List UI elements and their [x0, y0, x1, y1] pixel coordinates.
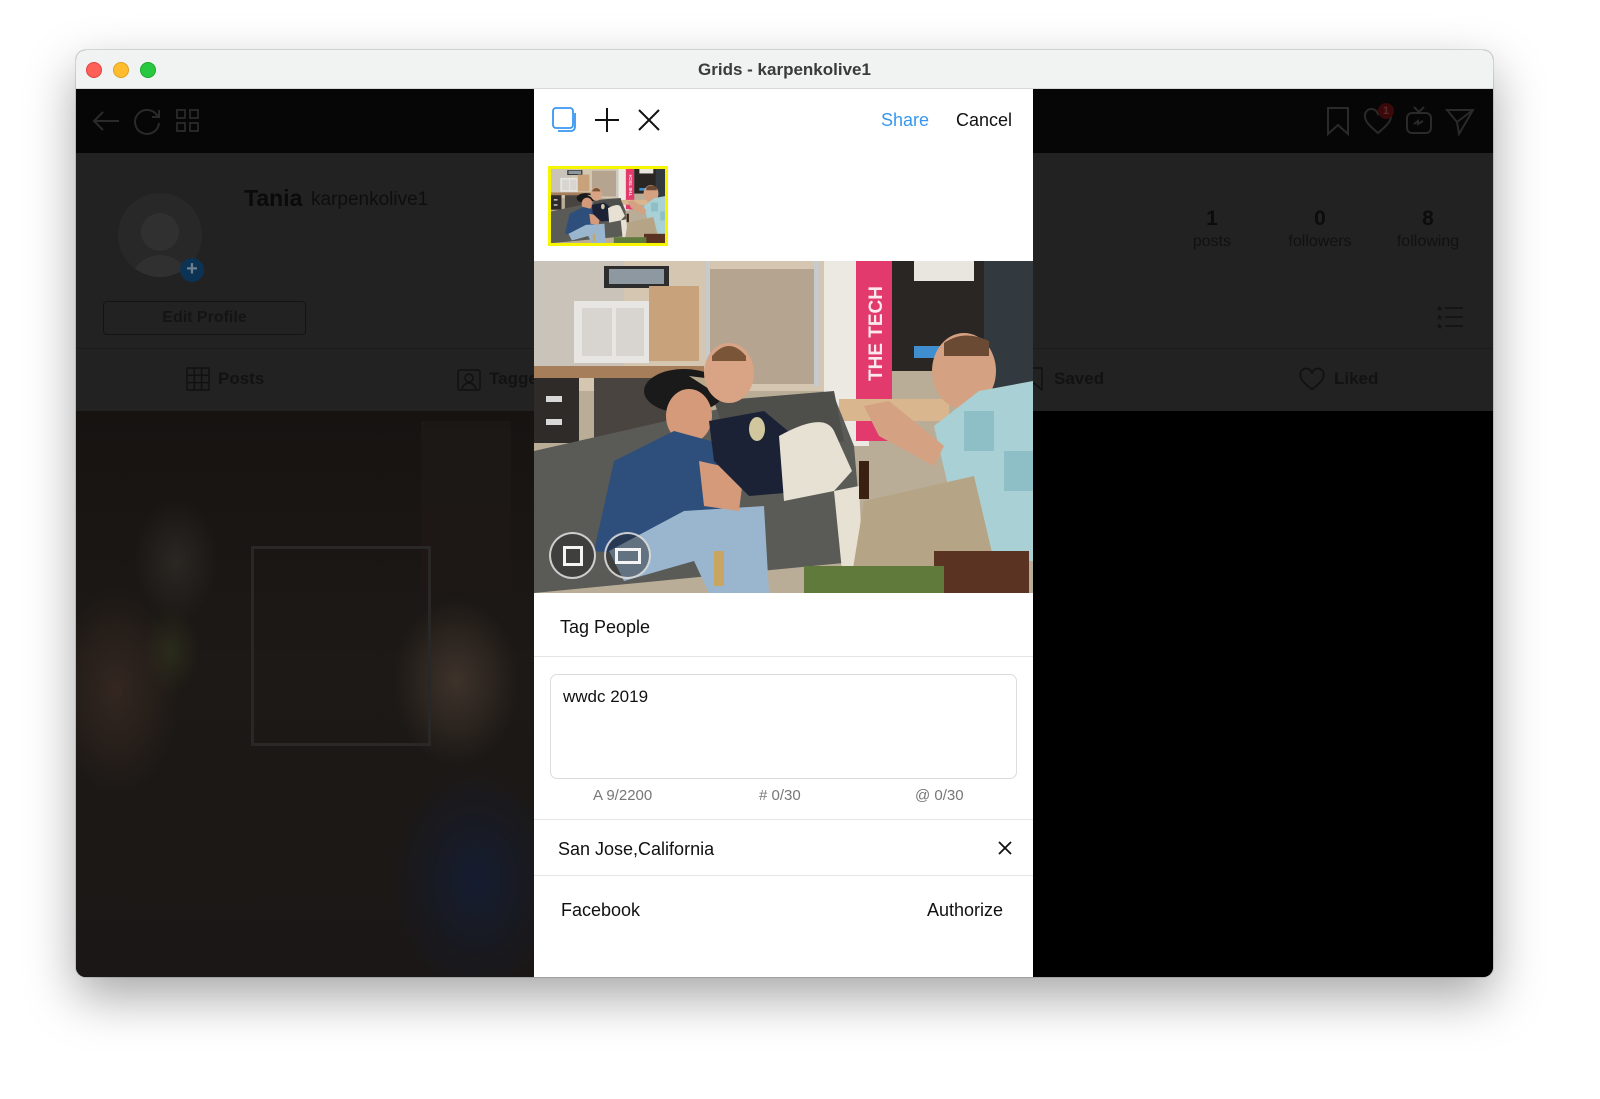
back-arrow-icon[interactable] [90, 105, 122, 137]
stat-value: 1 [1206, 207, 1218, 230]
stat-value: 0 [1314, 207, 1326, 230]
background-app: 1 + Tania karpenkolive1 Edit Profile 1 p… [76, 89, 1493, 977]
panel-header: Share Cancel [534, 89, 1033, 153]
mention-counter: @ 0/30 [915, 787, 964, 804]
stat-label: followers [1288, 233, 1352, 250]
tab-label: Posts [218, 369, 265, 388]
stat-label: posts [1192, 233, 1232, 250]
display-name: Tania [244, 185, 303, 211]
grid-icon [186, 367, 210, 391]
tag-people-label: Tag People [560, 617, 651, 637]
bookmark-icon[interactable] [1322, 105, 1354, 137]
location-row[interactable]: San Jose,California [534, 819, 1033, 876]
username: karpenkolive1 [311, 189, 429, 210]
tab-label: Liked [1334, 369, 1379, 388]
caption-input[interactable]: wwdc 2019 [550, 674, 1017, 779]
app-window: Grids - karpenkolive1 1 + Tania karpenko… [76, 50, 1493, 977]
selected-photo-thumbnail[interactable] [548, 166, 668, 246]
stat-posts[interactable]: 1 posts [1152, 207, 1272, 251]
original-crop-button[interactable] [604, 532, 651, 579]
multi-select-icon[interactable] [551, 106, 579, 134]
square-crop-button[interactable] [549, 532, 596, 579]
square-crop-icon [563, 546, 583, 566]
send-icon[interactable] [1444, 105, 1476, 137]
clear-location-icon[interactable] [995, 838, 1015, 858]
stat-following[interactable]: 8 following [1368, 207, 1488, 251]
location-text: San Jose,California [558, 839, 715, 859]
stat-value: 8 [1422, 207, 1434, 230]
remove-icon[interactable] [635, 106, 663, 134]
svg-text:★: ★ [1436, 313, 1443, 322]
notification-badge: 1 [1378, 103, 1394, 119]
add-icon[interactable] [593, 106, 621, 134]
add-avatar-icon[interactable]: + [180, 258, 204, 282]
igtv-icon[interactable] [1403, 105, 1435, 137]
new-post-panel: Share Cancel Tag People wwdc 2019 A 9/22… [534, 89, 1033, 977]
hashtag-counter: # 0/30 [759, 787, 801, 804]
svg-text:★: ★ [1436, 322, 1443, 331]
stat-followers[interactable]: 0 followers [1260, 207, 1380, 251]
refresh-icon[interactable] [131, 105, 163, 137]
tab-label: Saved [1054, 369, 1105, 388]
post-thumbnail[interactable] [76, 411, 534, 977]
character-counter: A 9/2200 [593, 787, 653, 804]
photo-preview: THE TECH [534, 261, 1033, 593]
favorites-list-icon[interactable]: ★ ★ ★ [1436, 303, 1464, 331]
facebook-label: Facebook [561, 900, 641, 920]
rectangle-crop-icon [615, 548, 641, 564]
window-title: Grids - karpenkolive1 [698, 60, 871, 79]
tab-liked[interactable]: Liked [1298, 365, 1378, 393]
facebook-row: Facebook Authorize [534, 876, 1033, 940]
edit-profile-button[interactable]: Edit Profile [103, 301, 306, 335]
tagged-person-icon [457, 369, 481, 391]
svg-text:★: ★ [1436, 304, 1443, 313]
share-button[interactable]: Share [881, 110, 929, 131]
cancel-button[interactable]: Cancel [956, 110, 1012, 131]
photo-scene [551, 169, 665, 243]
stat-label: following [1396, 233, 1460, 250]
heart-icon [1299, 367, 1325, 391]
grid-icon[interactable] [172, 105, 204, 137]
tab-posts[interactable]: Posts [186, 365, 264, 393]
tag-people-row[interactable]: Tag People [534, 593, 1033, 657]
tab-saved[interactable]: Saved [1022, 365, 1104, 393]
title-bar: Grids - karpenkolive1 [76, 50, 1493, 89]
authorize-button[interactable]: Authorize [927, 900, 1003, 921]
